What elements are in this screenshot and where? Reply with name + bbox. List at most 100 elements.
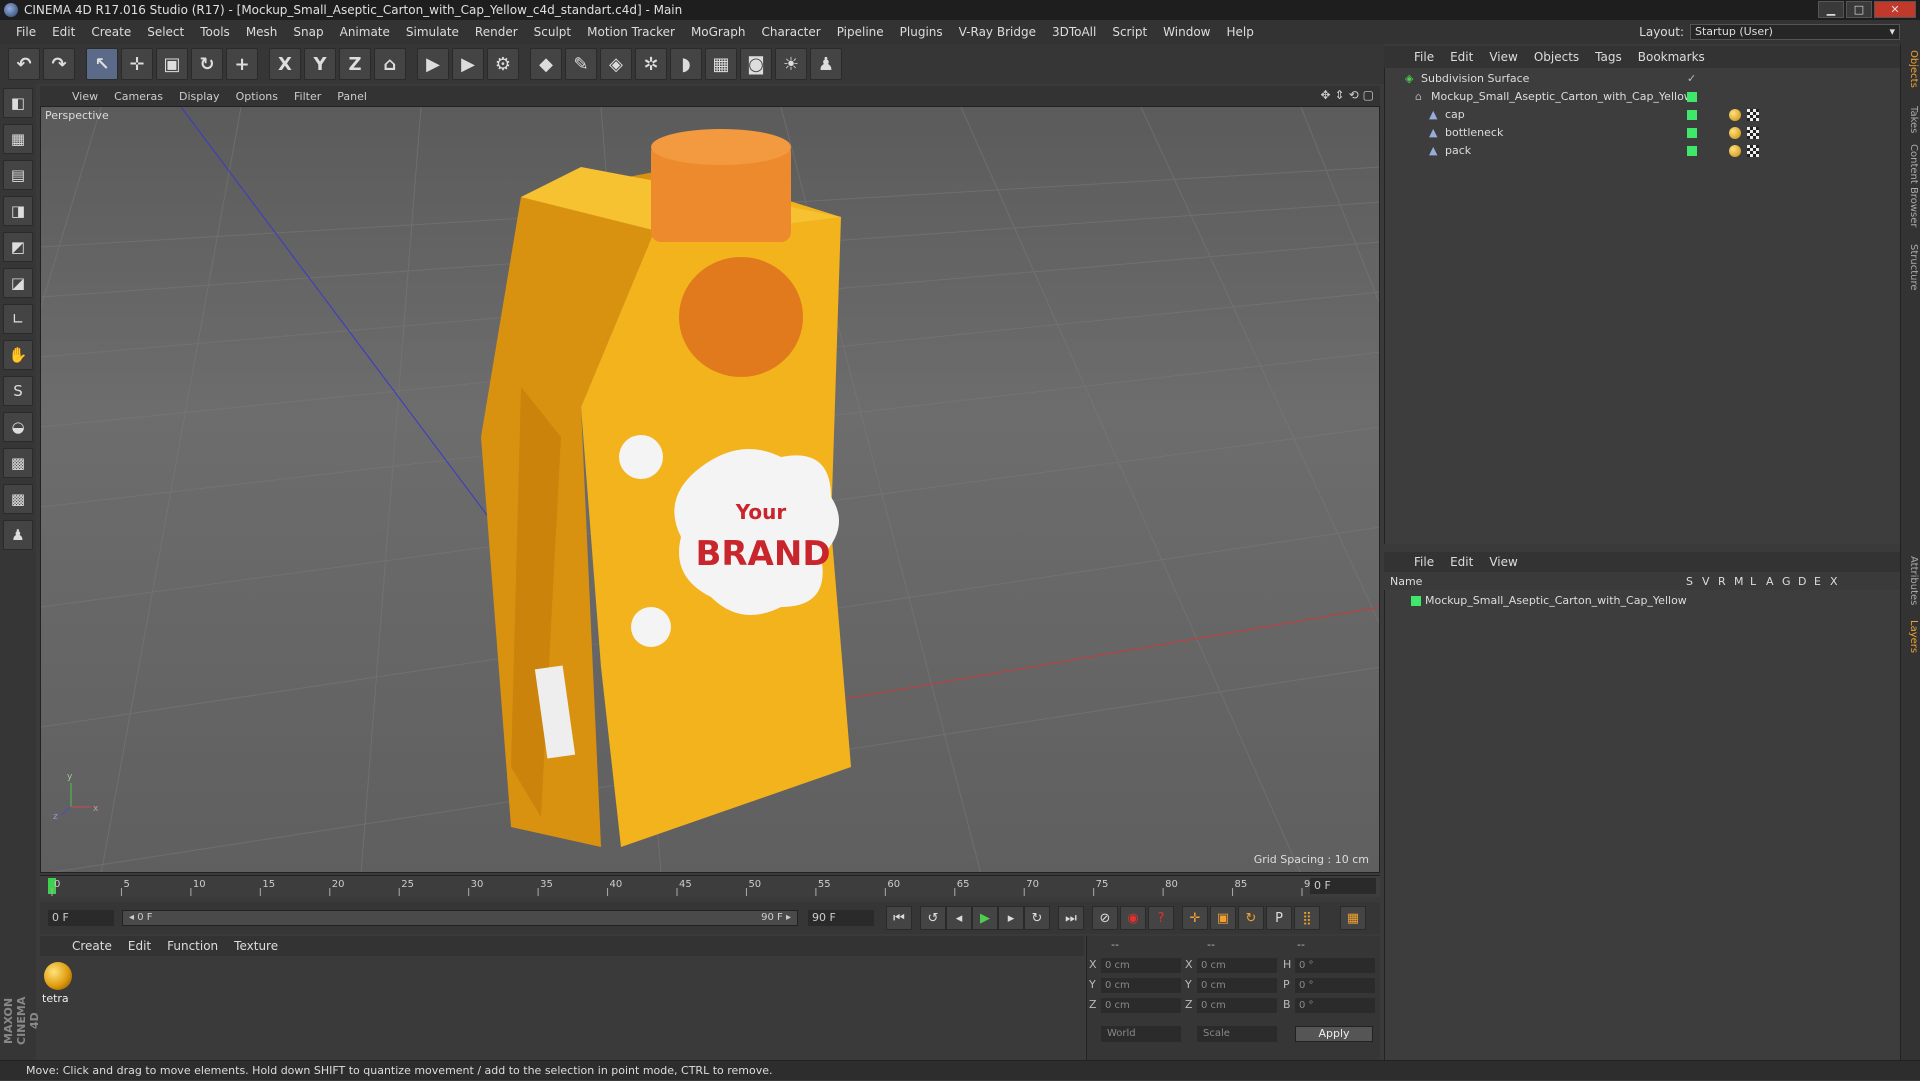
material-menu-edit[interactable]: Edit xyxy=(120,939,159,953)
z-axis-lock[interactable]: Z xyxy=(339,48,371,80)
next-key-button[interactable]: ↻ xyxy=(1024,906,1050,930)
apply-button[interactable]: Apply xyxy=(1295,1026,1373,1042)
magnet-button[interactable]: ◒ xyxy=(3,412,33,442)
menu-pipeline[interactable]: Pipeline xyxy=(829,25,892,39)
lm-menu-view[interactable]: View xyxy=(1481,555,1525,569)
size-y-field[interactable]: 0 cm xyxy=(1197,978,1277,993)
rotation-h-field[interactable]: 0 ° xyxy=(1295,958,1375,973)
position-y-field[interactable]: 0 cm xyxy=(1101,978,1181,993)
layer-color-tag[interactable] xyxy=(1687,92,1697,102)
menu-script[interactable]: Script xyxy=(1104,25,1155,39)
object-row-subdivision[interactable]: ◈ Subdivision Surface ✓ xyxy=(1385,70,1901,88)
material-tag-icon[interactable] xyxy=(1729,109,1741,121)
menu-render[interactable]: Render xyxy=(467,25,526,39)
tab-attributes[interactable]: Attributes xyxy=(1903,556,1919,605)
menu-help[interactable]: Help xyxy=(1218,25,1261,39)
om-menu-edit[interactable]: Edit xyxy=(1442,50,1481,64)
move-tool[interactable]: ✛ xyxy=(121,48,153,80)
viewport-orbit-icon[interactable]: ⟲ xyxy=(1349,88,1359,102)
play-button[interactable]: ▶ xyxy=(972,906,998,930)
om-menu-bookmarks[interactable]: Bookmarks xyxy=(1630,50,1713,64)
uvw-tag-icon[interactable] xyxy=(1747,109,1759,121)
menu-edit[interactable]: Edit xyxy=(44,25,83,39)
om-menu-view[interactable]: View xyxy=(1481,50,1525,64)
make-editable-button[interactable]: ◧ xyxy=(3,88,33,118)
layer-color-tag[interactable] xyxy=(1687,146,1697,156)
menu-3dtoall[interactable]: 3DToAll xyxy=(1044,25,1104,39)
deformer-button[interactable]: ◗ xyxy=(670,48,702,80)
material-menu-texture[interactable]: Texture xyxy=(226,939,286,953)
rotation-p-field[interactable]: 0 ° xyxy=(1295,978,1375,993)
menu-motion-tracker[interactable]: Motion Tracker xyxy=(579,25,683,39)
om-menu-file[interactable]: File xyxy=(1406,50,1442,64)
viewport-menu-panel[interactable]: Panel xyxy=(329,90,375,103)
goto-end-button[interactable]: ⏭ xyxy=(1058,906,1084,930)
light-button[interactable]: ☀ xyxy=(775,48,807,80)
menu-vray-bridge[interactable]: V-Ray Bridge xyxy=(951,25,1044,39)
timeline-window-button[interactable]: ▦ xyxy=(1340,906,1366,930)
viewport-menu-view[interactable]: View xyxy=(64,90,106,103)
tab-layers[interactable]: Layers xyxy=(1903,620,1919,653)
menu-select[interactable]: Select xyxy=(139,25,192,39)
edges-mode-button[interactable]: ◪ xyxy=(3,268,33,298)
viewport-pan-icon[interactable]: ✥ xyxy=(1320,88,1330,102)
maximize-button[interactable]: □ xyxy=(1846,1,1872,18)
viewport-toggle-icon[interactable]: ▢ xyxy=(1363,88,1374,102)
size-z-field[interactable]: 0 cm xyxy=(1197,998,1277,1013)
render-picture-viewer-button[interactable]: ▶ xyxy=(452,48,484,80)
key-rotation-button[interactable]: ↻ xyxy=(1238,906,1264,930)
uvw-tag-icon[interactable] xyxy=(1747,145,1759,157)
viewport-menu-filter[interactable]: Filter xyxy=(286,90,329,103)
menu-simulate[interactable]: Simulate xyxy=(398,25,467,39)
tab-content-browser[interactable]: Content Browser xyxy=(1903,144,1919,227)
record-off-button[interactable]: ⊘ xyxy=(1092,906,1118,930)
position-z-field[interactable]: 0 cm xyxy=(1101,998,1181,1013)
size-mode-dropdown[interactable]: Scale xyxy=(1197,1026,1277,1042)
layer-row[interactable]: Mockup_Small_Aseptic_Carton_with_Cap_Yel… xyxy=(1385,592,1901,610)
layer-color-tag[interactable] xyxy=(1687,128,1697,138)
size-x-field[interactable]: 0 cm xyxy=(1197,958,1277,973)
prev-key-button[interactable]: ↺ xyxy=(920,906,946,930)
undo-button[interactable]: ↶ xyxy=(8,48,40,80)
redo-button[interactable]: ↷ xyxy=(43,48,75,80)
layer-color-swatch[interactable] xyxy=(1411,596,1421,606)
preview-range-slider[interactable]: ◂ 0 F 90 F ▸ xyxy=(122,910,798,926)
object-row-mockup[interactable]: ⌂ Mockup_Small_Aseptic_Carton_with_Cap_Y… xyxy=(1385,88,1901,106)
position-x-field[interactable]: 0 cm xyxy=(1101,958,1181,973)
points-mode-button[interactable]: ◩ xyxy=(3,232,33,262)
timeline-ruler[interactable]: 051015202530354045505560657075808590 0 F xyxy=(40,875,1380,897)
cube-object-button[interactable]: ◆ xyxy=(530,48,562,80)
key-scale-button[interactable]: ▣ xyxy=(1210,906,1236,930)
prev-frame-button[interactable]: ◂ xyxy=(946,906,972,930)
layer-color-tag[interactable] xyxy=(1687,110,1697,120)
viewport-zoom-icon[interactable]: ⇕ xyxy=(1335,88,1345,102)
recent-tool[interactable]: + xyxy=(226,48,258,80)
viewport-menu-display[interactable]: Display xyxy=(171,90,228,103)
menu-mesh[interactable]: Mesh xyxy=(238,25,286,39)
end-frame-field[interactable]: 90 F xyxy=(808,910,874,926)
next-frame-button[interactable]: ▸ xyxy=(998,906,1024,930)
lm-menu-edit[interactable]: Edit xyxy=(1442,555,1481,569)
lm-menu-file[interactable]: File xyxy=(1406,555,1442,569)
axis-mode-button[interactable]: ∟ xyxy=(3,304,33,334)
material-menu-function[interactable]: Function xyxy=(159,939,226,953)
object-row-cap[interactable]: ▲ cap xyxy=(1385,106,1901,124)
texture-mode-button[interactable]: ▤ xyxy=(3,160,33,190)
cloner-button[interactable]: ✲ xyxy=(635,48,667,80)
material-menu-create[interactable]: Create xyxy=(64,939,120,953)
x-axis-lock[interactable]: X xyxy=(269,48,301,80)
menu-file[interactable]: File xyxy=(8,25,44,39)
python-button[interactable]: ♟ xyxy=(810,48,842,80)
tweak-mode-button[interactable]: ✋ xyxy=(3,340,33,370)
viewport-menu-options[interactable]: Options xyxy=(228,90,286,103)
close-button[interactable]: ✕ xyxy=(1874,1,1916,18)
layout-dropdown[interactable]: Startup (User) xyxy=(1690,24,1900,40)
quantize-button[interactable]: ▩ xyxy=(3,484,33,514)
render-settings-button[interactable]: ⚙ xyxy=(487,48,519,80)
menu-mograph[interactable]: MoGraph xyxy=(683,25,754,39)
menu-window[interactable]: Window xyxy=(1155,25,1218,39)
tab-takes[interactable]: Takes xyxy=(1903,106,1919,133)
workplane-button[interactable]: ▩ xyxy=(3,448,33,478)
material-tag-icon[interactable] xyxy=(1729,145,1741,157)
rotate-tool[interactable]: ↻ xyxy=(191,48,223,80)
